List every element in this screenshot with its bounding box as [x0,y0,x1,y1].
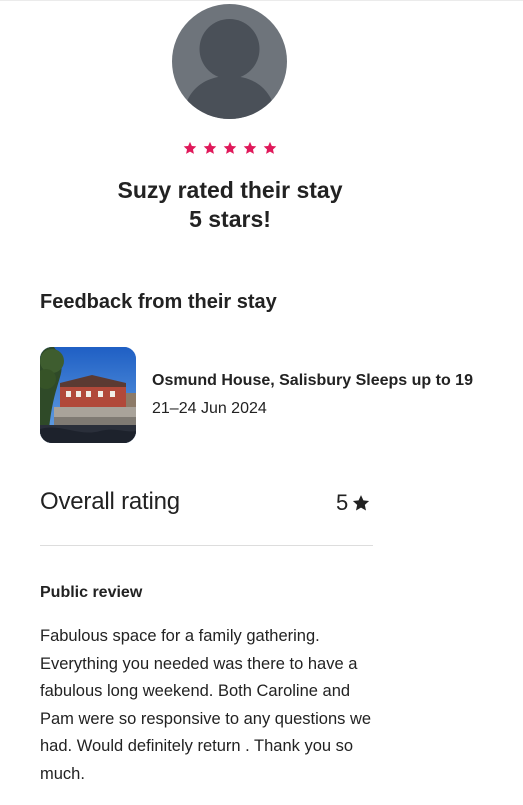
public-review-text: Fabulous space for a family gathering. E… [40,627,372,783]
star-rating [183,139,277,157]
review-page: Suzy rated their stay 5 stars! Feedback … [0,0,523,805]
star-icon [263,141,277,154]
overall-rating-number: 5 [336,490,349,515]
overall-rating-label: Overall rating [40,488,180,515]
top-divider [0,0,523,1]
listing-name[interactable]: Osmund House, Salisbury Sleeps up to 19 [152,370,473,392]
overall-rating-value: 5 [336,488,370,518]
star-icon [203,141,217,154]
star-icon [243,141,257,154]
star-icon [353,495,370,511]
star-icon [223,141,237,154]
rated-heading: Suzy rated their stay 5 stars! [0,176,460,234]
star-icon [183,141,197,154]
user-silhouette-icon [182,19,277,119]
public-review-label: Public review [40,584,143,601]
listing-photo-icon [40,347,136,443]
section-divider [40,545,373,546]
avatar [172,4,287,119]
listing-thumbnail[interactable] [40,347,136,443]
listing-dates: 21–24 Jun 2024 [152,400,267,417]
rated-heading-line1: Suzy rated their stay [117,177,343,203]
feedback-section-title: Feedback from their stay [40,291,277,313]
rated-heading-line2: 5 stars! [189,206,271,232]
